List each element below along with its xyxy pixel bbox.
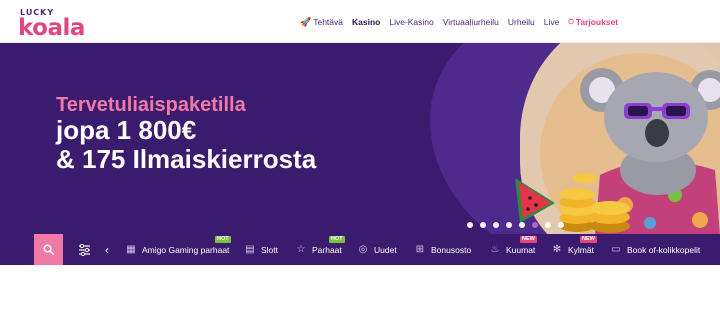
- category-kuumat[interactable]: ♨ Kuumat NEW: [489, 234, 537, 265]
- nav-item-live-kasino[interactable]: Live-Kasino: [389, 17, 433, 27]
- nav-label: Live: [543, 17, 560, 27]
- carousel-dot[interactable]: [532, 222, 538, 228]
- category-label: Kuumat: [506, 244, 536, 255]
- flame-icon: ♨: [490, 244, 500, 255]
- carousel-dot[interactable]: [558, 222, 564, 228]
- logo-main-text: koala: [18, 15, 85, 41]
- carousel-dot[interactable]: [493, 222, 499, 228]
- nav-label: Urheilu: [507, 17, 535, 27]
- nav-item-urheilu[interactable]: Urheilu: [508, 17, 535, 27]
- gift-icon: ⍥: [568, 16, 574, 27]
- main-nav: 🚀 Tehtävä Kasino Live-Kasino Virtuaaliurh…: [300, 15, 618, 29]
- category-label: Slott: [261, 244, 279, 255]
- nav-item-live[interactable]: Live: [544, 17, 560, 27]
- page: LUCKY koala 🚀 Tehtävä Kasino Live-Kasino …: [0, 0, 720, 310]
- nav-label: Live-Kasino: [389, 17, 434, 27]
- category-label: Kylmät: [568, 244, 594, 255]
- new-icon: ◎: [358, 244, 368, 255]
- star-icon: ☆: [296, 244, 306, 255]
- carousel-dot[interactable]: [519, 222, 525, 228]
- search-button[interactable]: [34, 234, 63, 265]
- lucky-koala-logo[interactable]: LUCKY koala: [10, 5, 85, 41]
- category-label: Book of-kolikkopelit: [627, 244, 701, 255]
- carousel-dot[interactable]: [480, 222, 486, 228]
- sliders-icon: [78, 243, 90, 256]
- snowflake-icon: ✻: [552, 244, 562, 255]
- hot-badge: HOT: [329, 236, 345, 243]
- nav-label: Tehtävä: [313, 16, 343, 27]
- category-kylmat[interactable]: ✻ Kylmät NEW: [551, 234, 597, 265]
- carousel-dots: [467, 222, 564, 228]
- gold-coins-image: [559, 173, 630, 233]
- scroll-left-button[interactable]: ‹: [100, 234, 114, 265]
- hero-banner[interactable]: Tervetuliaispaketilla jopa 1 800€ & 175 …: [0, 43, 720, 234]
- category-parhaat[interactable]: ☆ Parhaat HOT: [295, 234, 345, 265]
- category-bar: ‹ ▦ Amigo Gaming parhaat HOT ▤ Slott ☆ P…: [0, 234, 720, 265]
- top-header: LUCKY koala 🚀 Tehtävä Kasino Live-Kasino …: [0, 0, 720, 43]
- filter-button[interactable]: [70, 234, 98, 265]
- category-book-of[interactable]: ▭ Book of-kolikkopelit: [610, 234, 700, 265]
- nav-label: Virtuaaliurheilu: [442, 17, 499, 27]
- nav-label: Tarjoukset: [575, 16, 619, 27]
- carousel-dot[interactable]: [545, 222, 551, 228]
- new-badge: NEW: [520, 236, 537, 243]
- hero-headline: Tervetuliaispaketilla: [56, 94, 246, 116]
- hero-free-spins: & 175 Ilmaiskierrosta: [56, 144, 317, 174]
- new-badge: NEW: [580, 236, 597, 243]
- nav-label: Kasino: [352, 17, 381, 27]
- category-slott[interactable]: ▤ Slott: [244, 234, 278, 265]
- category-label: Parhaat: [312, 244, 342, 255]
- slot-icon: ▤: [245, 244, 255, 255]
- watermelon-image: [515, 178, 555, 223]
- category-amigo-gaming[interactable]: ▦ Amigo Gaming parhaat HOT: [125, 234, 231, 265]
- carousel-dot[interactable]: [467, 222, 473, 228]
- gift-icon: ⊞: [415, 244, 425, 255]
- book-icon: ▭: [611, 244, 621, 255]
- search-icon: [43, 244, 54, 255]
- chevron-left-icon: ‹: [105, 242, 109, 257]
- hero-bonus-amount: jopa 1 800€: [56, 115, 197, 145]
- hot-badge: HOT: [215, 236, 231, 243]
- category-label: Amigo Gaming parhaat: [142, 244, 230, 255]
- category-label: Uudet: [374, 244, 397, 255]
- category-uudet[interactable]: ◎ Uudet: [357, 234, 397, 265]
- carousel-dot[interactable]: [506, 222, 512, 228]
- nav-item-tarjoukset[interactable]: ⍥ Tarjoukset: [568, 17, 618, 28]
- rocket-icon: 🚀: [300, 16, 312, 27]
- category-label: Bonusosto: [431, 244, 472, 255]
- grid-icon: ▦: [126, 244, 136, 255]
- category-bonusosto[interactable]: ⊞ Bonusosto: [414, 234, 471, 265]
- nav-item-kasino[interactable]: Kasino: [352, 17, 380, 27]
- nav-item-virtuaaliurheilu[interactable]: Virtuaaliurheilu: [443, 17, 499, 27]
- nav-item-tehtava[interactable]: 🚀 Tehtävä: [300, 17, 343, 28]
